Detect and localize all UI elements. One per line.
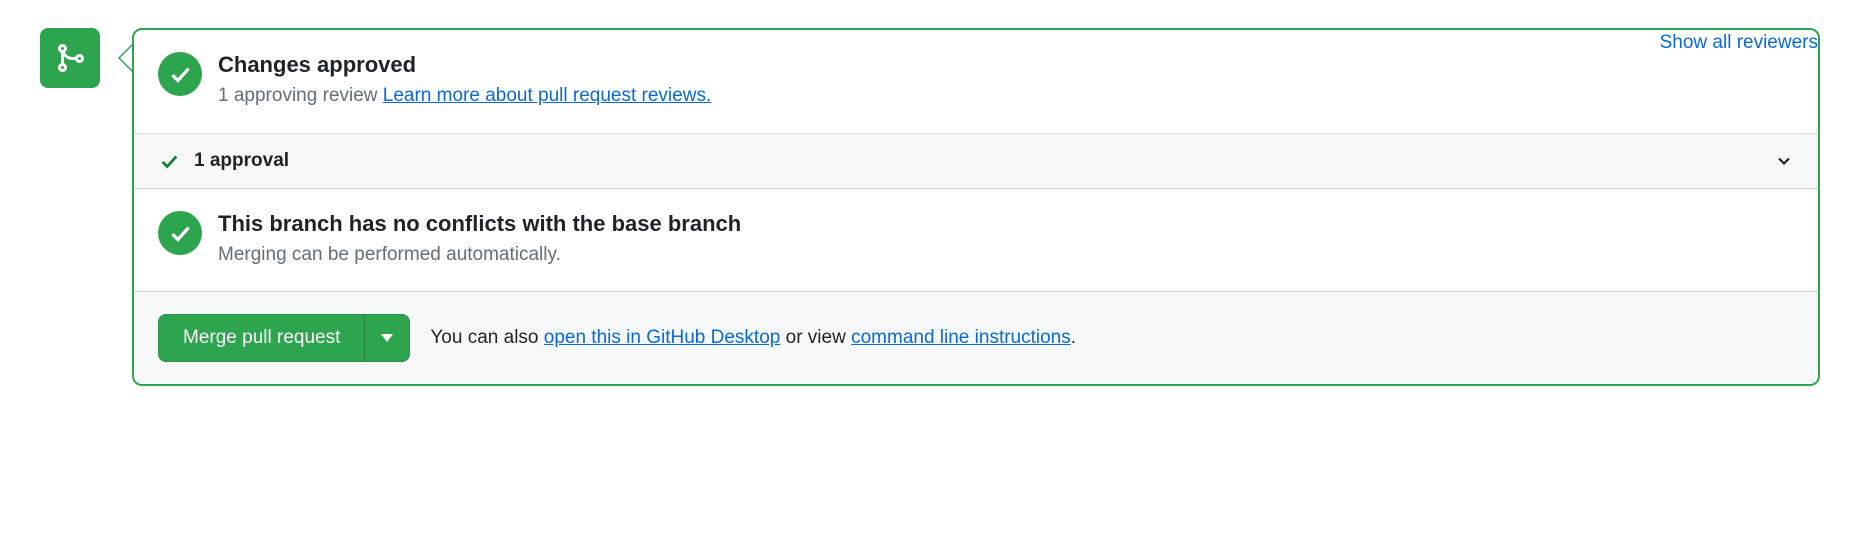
merge-alt-text: You can also open this in GitHub Desktop… [430,327,1076,349]
approval-check-icon [158,150,180,172]
show-all-reviewers-link[interactable]: Show all reviewers [1660,32,1818,54]
check-icon [167,61,193,87]
open-desktop-link[interactable]: open this in GitHub Desktop [544,327,781,348]
approved-check-circle [158,52,202,96]
cli-instructions-link[interactable]: command line instructions [851,327,1071,348]
conflicts-title: This branch has no conflicts with the ba… [218,211,1794,237]
conflicts-content: This branch has no conflicts with the ba… [218,211,1794,270]
merge-footer: Merge pull request You can also open thi… [134,291,1818,384]
git-merge-badge [40,28,100,88]
no-conflicts-section: This branch has no conflicts with the ba… [134,189,1818,292]
conflicts-check-circle [158,211,202,255]
approval-row-left: 1 approval [158,150,289,172]
check-icon [167,220,193,246]
approval-expand-row[interactable]: 1 approval [134,133,1818,189]
alt-text-middle: or view [780,327,851,348]
git-merge-icon [54,42,86,74]
approval-count-label: 1 approval [194,150,289,172]
speech-pointer [118,44,132,72]
merge-options-dropdown-button[interactable] [364,314,410,362]
approved-content: Changes approved 1 approving review Lear… [218,52,1794,111]
merge-box: Changes approved 1 approving review Lear… [132,28,1820,386]
caret-down-icon [381,334,393,342]
conflicts-subtitle: Merging can be performed automatically. [218,241,1794,270]
chevron-down-icon [1774,151,1794,171]
merge-pull-request-button[interactable]: Merge pull request [158,314,364,362]
alt-text-suffix: . [1071,327,1076,348]
merge-button-group: Merge pull request [158,314,410,362]
approved-subtitle: 1 approving review Learn more about pull… [218,82,1794,111]
alt-text-prefix: You can also [430,327,543,348]
approved-subtitle-prefix: 1 approving review [218,85,383,106]
learn-more-link[interactable]: Learn more about pull request reviews. [383,85,711,106]
approved-title: Changes approved [218,52,1794,78]
merge-status-container: Changes approved 1 approving review Lear… [40,28,1820,386]
changes-approved-section: Changes approved 1 approving review Lear… [134,30,1818,133]
